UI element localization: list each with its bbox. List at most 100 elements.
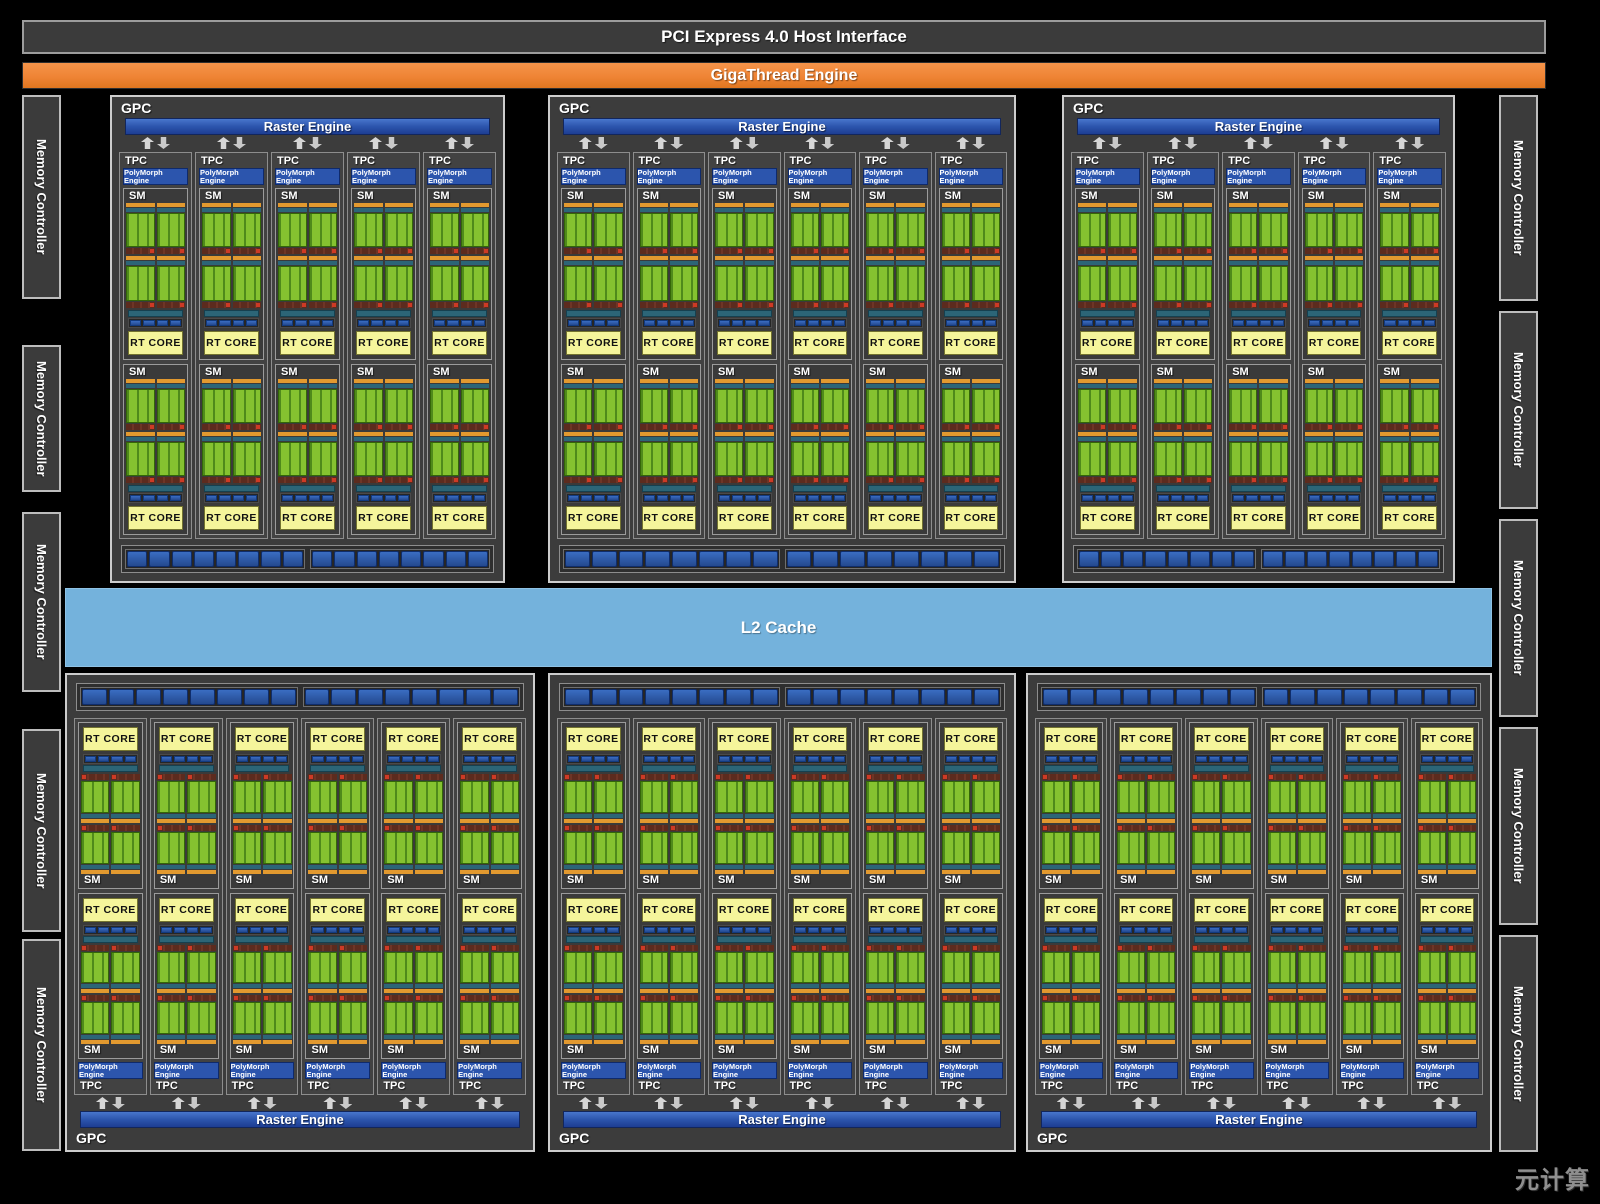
texture-unit	[428, 756, 439, 762]
texture-unit	[1272, 927, 1283, 933]
polymorph-engine-bar: PolyMorph Engine	[154, 1062, 219, 1079]
cuda-cores-block	[460, 952, 488, 984]
tpc-block: RT CORESMRT CORESMPolyMorph EngineTPC	[74, 718, 147, 1095]
tensor-core-bar	[1411, 302, 1439, 308]
sm-block: SMRT CORE	[1226, 188, 1291, 360]
dispatch-bar	[1117, 819, 1145, 823]
rop-unit	[1176, 689, 1201, 705]
cuda-cores-block	[1229, 389, 1257, 423]
tpc-block: TPCPolyMorph EngineSMRT CORESMRT CORE	[195, 152, 268, 539]
sm-core-subblock	[715, 774, 743, 823]
sm-core-subblock	[354, 256, 383, 307]
rop-unit	[1307, 551, 1327, 567]
dispatch-bar	[1222, 819, 1250, 823]
texture-unit	[644, 320, 655, 326]
sm-core-subblock	[896, 945, 924, 994]
arrow-pair	[1035, 1096, 1107, 1110]
dispatch-bar	[715, 379, 743, 383]
cuda-cores-block	[821, 832, 849, 864]
tensor-core-dot	[1207, 249, 1211, 253]
tensor-core-dot	[565, 946, 569, 950]
sm-label: SM	[1380, 190, 1439, 203]
sm-block: RT CORESM	[1039, 893, 1103, 1060]
sm-core-row	[715, 256, 774, 307]
arrow-pair	[1411, 1096, 1483, 1110]
memory-controller-label: Memory Controller	[34, 544, 49, 660]
sm-core-subblock	[1305, 203, 1333, 254]
sm-core-grid	[715, 945, 774, 1045]
cuda-cores-block	[821, 781, 849, 813]
cuda-cores-block	[594, 781, 622, 813]
texture-unit	[909, 756, 920, 762]
tensor-core-dot	[1283, 425, 1287, 429]
tensor-core-bar	[278, 302, 307, 308]
sm-core-subblock	[670, 825, 698, 874]
texture-unit	[402, 756, 413, 762]
sm-core-row	[384, 825, 443, 874]
texture-unit	[670, 927, 681, 933]
scheduler-bar	[1117, 814, 1145, 818]
texture-unit	[1196, 927, 1207, 933]
scheduler-bar	[791, 437, 819, 441]
tensor-core-dot	[302, 478, 306, 482]
cuda-cores-block	[594, 442, 622, 476]
cuda-cores-block	[594, 389, 622, 423]
dispatch-bar	[415, 989, 443, 993]
rop-unit	[1397, 689, 1422, 705]
sm-core-subblock	[1117, 945, 1145, 994]
dispatch-bar	[1380, 256, 1408, 260]
cuda-cores-block	[1373, 952, 1401, 984]
texture-unit	[946, 756, 957, 762]
scheduler-bar	[942, 437, 970, 441]
gpc-label: GPC	[550, 1128, 1014, 1150]
dispatch-bar	[202, 203, 231, 207]
arrow-down-icon	[670, 1097, 683, 1109]
scheduler-bar	[1184, 437, 1212, 441]
dispatch-bar	[594, 432, 622, 436]
cuda-cores-block	[1259, 266, 1287, 300]
tensor-core-bar	[461, 424, 490, 430]
sm-core-subblock	[354, 432, 383, 483]
scheduler-bar	[308, 814, 336, 818]
tensor-core-dot	[671, 775, 675, 779]
texture-unit	[985, 756, 996, 762]
sm-label: SM	[1229, 366, 1288, 379]
tpc-block: RT CORESMRT CORESMPolyMorph EngineTPC	[1261, 718, 1333, 1095]
tensor-core-dot	[461, 775, 465, 779]
tensor-core-dot	[769, 303, 773, 307]
scheduler-bar	[1042, 1035, 1070, 1039]
tensor-core-bar	[640, 248, 668, 254]
dispatch-bar	[1042, 989, 1070, 993]
l1-cache-bar	[1307, 310, 1362, 317]
tensor-core-bar	[415, 945, 443, 951]
cuda-cores-block	[1305, 266, 1333, 300]
tensor-core-dot	[1193, 946, 1197, 950]
dispatch-bar	[157, 432, 186, 436]
polymorph-engine-bar: PolyMorph Engine	[1075, 168, 1140, 185]
texture-unit	[85, 756, 96, 762]
tpc-block: TPCPolyMorph EngineSMRT CORESMRT CORE	[423, 152, 496, 539]
tensor-core-dot	[1252, 249, 1256, 253]
cuda-cores-block	[339, 832, 367, 864]
rt-core-block: RT CORE	[642, 727, 697, 751]
sm-core-row	[640, 203, 699, 254]
tensor-core-bar	[1042, 774, 1070, 780]
cuda-cores-block	[278, 213, 307, 247]
tensor-core-dot	[1132, 249, 1136, 253]
sm-core-row	[1042, 995, 1100, 1044]
dispatch-bar	[866, 989, 894, 993]
texture-unit	[821, 927, 832, 933]
tensor-core-bar	[1305, 477, 1333, 483]
scheduler-bar	[187, 865, 215, 869]
sm-block: SMRT CORE	[939, 188, 1004, 360]
texture-unit	[581, 756, 592, 762]
tensor-core-dot	[965, 478, 969, 482]
tensor-core-dot	[973, 996, 977, 1000]
scheduler-bar	[942, 208, 970, 212]
dispatch-bar	[233, 203, 262, 207]
tensor-core-bar	[594, 424, 622, 430]
arrow-up-icon	[475, 1097, 488, 1109]
scheduler-bar	[1108, 261, 1136, 265]
arrow-up-icon	[1244, 137, 1257, 149]
texture-unit	[309, 495, 320, 501]
